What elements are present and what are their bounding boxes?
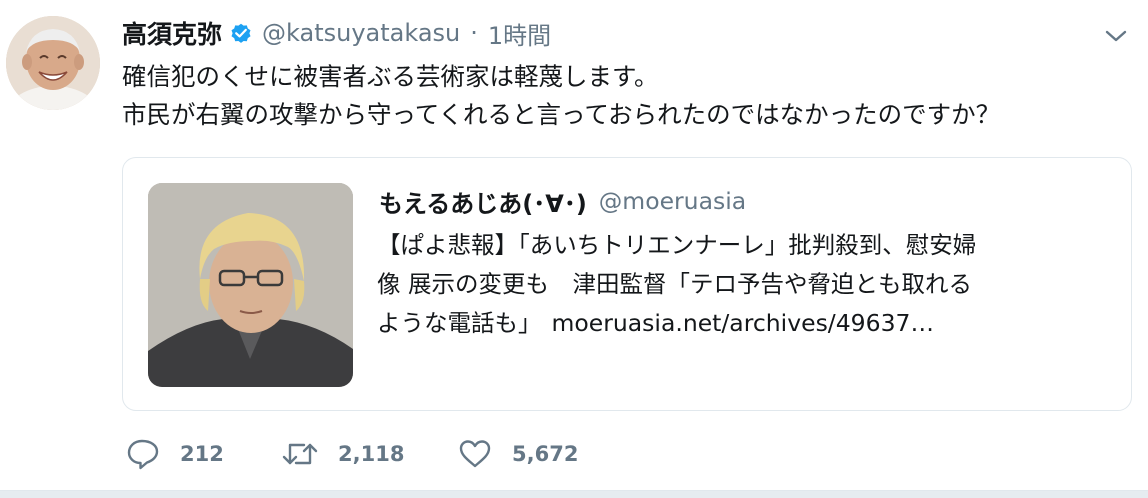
- tweet-text: 確信犯のくせに被害者ぶる芸術家は軽蔑します。 市民が右翼の攻撃から守ってくれると…: [122, 58, 1142, 134]
- verified-badge-icon: [229, 21, 253, 45]
- chevron-down-icon[interactable]: [1102, 26, 1130, 46]
- tweet-actions: 212 2,118 5,672: [126, 434, 598, 474]
- tweet-timestamp[interactable]: 1時間: [488, 16, 551, 51]
- quoted-tweet-text: 【ぱよ悲報】「あいちトリエンナーレ」批判殺到、慰安婦 像 展示の変更も 津田監督…: [377, 226, 1117, 343]
- header-separator: ·: [470, 19, 478, 47]
- quoted-text-line: 像 展示の変更も 津田監督「テロ予告や脅迫とも取れる: [377, 270, 972, 298]
- divider: [0, 490, 1148, 498]
- quoted-tweet-thumbnail: [148, 183, 353, 387]
- quoted-text-line: ような電話も」 moeruasia.net/archives/49637…: [377, 304, 1117, 343]
- quoted-tweet-card[interactable]: もえるあじあ(･∀･) @moeruasia 【ぱよ悲報】「あいちトリエンナーレ…: [122, 157, 1132, 411]
- quoted-author-display-name[interactable]: もえるあじあ(･∀･): [379, 184, 587, 219]
- heart-icon: [458, 439, 492, 469]
- quoted-tweet-link[interactable]: moeruasia.net/archives/49637…: [552, 309, 934, 337]
- reply-icon: [126, 438, 160, 470]
- reply-count: 212: [180, 442, 224, 466]
- retweet-icon: [282, 439, 318, 469]
- quoted-author-handle[interactable]: @moeruasia: [599, 187, 746, 215]
- author-handle[interactable]: @katsuyatakasu: [262, 19, 460, 47]
- retweet-count: 2,118: [338, 442, 405, 466]
- quoted-text-line: 【ぱよ悲報】「あいちトリエンナーレ」批判殺到、慰安婦: [377, 231, 977, 259]
- like-count: 5,672: [512, 442, 579, 466]
- quoted-tweet-header: もえるあじあ(･∀･) @moeruasia: [379, 184, 746, 218]
- like-button[interactable]: 5,672: [458, 434, 598, 474]
- tweet[interactable]: 高須克弥 @katsuyatakasu · 1時間 確信犯のくせに被害者ぶる芸術…: [0, 0, 1148, 498]
- reply-button[interactable]: 212: [126, 434, 282, 474]
- retweet-button[interactable]: 2,118: [282, 434, 458, 474]
- quoted-text-line-text: ような電話も」: [377, 309, 542, 337]
- author-display-name[interactable]: 高須克弥: [122, 15, 222, 51]
- tweet-text-line: 確信犯のくせに被害者ぶる芸術家は軽蔑します。: [122, 62, 659, 91]
- tweet-text-line: 市民が右翼の攻撃から守ってくれると言っておられたのではなかったのですか？: [122, 100, 1001, 129]
- tweet-header: 高須克弥 @katsuyatakasu · 1時間: [122, 14, 551, 52]
- author-avatar[interactable]: [6, 16, 100, 110]
